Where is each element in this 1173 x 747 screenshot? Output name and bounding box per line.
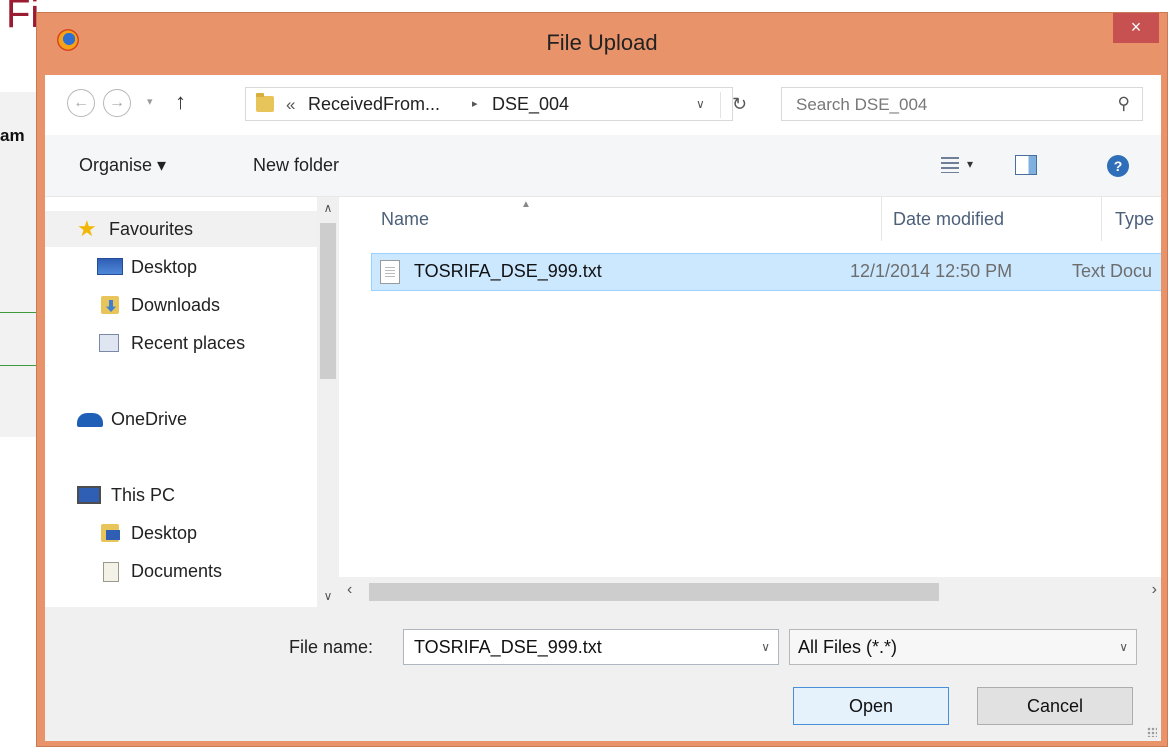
search-icon[interactable]: ⚲ (1118, 94, 1130, 114)
dialog-client-area: ← → ▾ ↑ « ReceivedFrom... ▸ DSE_004 ∨ ↻ … (45, 75, 1161, 741)
up-button[interactable]: ↑ (175, 89, 186, 115)
recent-places-icon (99, 334, 119, 352)
file-upload-dialog: File Upload × ← → ▾ ↑ « ReceivedFrom... … (36, 12, 1168, 747)
folder-icon (256, 93, 274, 112)
file-list: ▲ Name Date modified Type TOSRIFA_DSE_99… (345, 197, 1161, 577)
desktop-icon (97, 258, 123, 275)
window-title: File Upload (546, 30, 658, 55)
file-type-filter[interactable]: All Files (*.*) ∨ (789, 629, 1137, 665)
navigation-pane-scrollbar[interactable]: ∧ ∨ (317, 197, 339, 607)
sidebar-item-label: Downloads (131, 295, 221, 315)
resize-grip-icon[interactable] (1147, 727, 1157, 737)
file-type-cell: Text Docu (1072, 261, 1153, 281)
sidebar-item-label: Recent places (131, 333, 246, 353)
breadcrumb-separator-icon[interactable]: ▸ (472, 97, 478, 110)
file-name-dropdown-icon[interactable]: ∨ (761, 640, 770, 654)
background-green-line (0, 365, 40, 366)
sidebar-item-desktop[interactable]: Desktop (45, 249, 317, 285)
computer-icon (77, 486, 101, 504)
file-row[interactable]: TOSRIFA_DSE_999.txt 12/1/2014 12:50 PM T… (371, 253, 1161, 291)
sidebar-item-label: Desktop (131, 257, 198, 277)
search-box[interactable]: Search DSE_004 ⚲ (781, 87, 1143, 121)
cancel-button[interactable]: Cancel (977, 687, 1133, 725)
star-icon: ★ (77, 216, 97, 241)
forward-button[interactable]: → (103, 89, 131, 117)
file-type-dropdown-icon[interactable]: ∨ (1119, 640, 1128, 654)
text-file-icon (380, 260, 400, 284)
sidebar-item-label: Desktop (131, 523, 198, 543)
close-button[interactable]: × (1113, 13, 1159, 43)
address-dropdown-icon[interactable]: ∨ (696, 97, 705, 111)
open-button[interactable]: Open (793, 687, 949, 725)
search-input[interactable]: Search DSE_004 (796, 95, 927, 115)
view-options-icon[interactable] (941, 157, 959, 173)
column-divider[interactable] (1101, 197, 1102, 241)
new-folder-button[interactable]: New folder (253, 155, 339, 176)
navigation-pane: ★ Favourites Desktop Downloads Recent pl… (45, 197, 335, 607)
sidebar-item-onedrive[interactable]: OneDrive (45, 401, 317, 437)
breadcrumb-receivedfrom[interactable]: ReceivedFrom... (308, 94, 440, 115)
horizontal-scrollbar[interactable]: ‹ › (339, 577, 1161, 607)
dialog-footer: File name: TOSRIFA_DSE_999.txt ∨ All Fil… (45, 607, 1161, 741)
preview-pane-icon[interactable] (1015, 155, 1037, 175)
sidebar-item-label: Documents (131, 561, 223, 581)
file-type-filter-value: All Files (*.*) (798, 637, 898, 657)
file-date-cell: 12/1/2014 12:50 PM (850, 261, 1013, 281)
file-name-label: File name: (289, 637, 374, 657)
breadcrumb-dse-004[interactable]: DSE_004 (492, 94, 569, 115)
sidebar-item-favourites[interactable]: ★ Favourites (45, 211, 317, 247)
scroll-left-icon[interactable]: ‹ (347, 581, 352, 599)
background-text-fragment: am (0, 126, 25, 145)
sidebar-item-downloads[interactable]: Downloads (45, 287, 317, 323)
view-options-dropdown-icon[interactable]: ▾ (967, 157, 973, 171)
column-header-type[interactable]: Type (1115, 197, 1154, 241)
address-bar[interactable]: « ReceivedFrom... ▸ DSE_004 ∨ ↻ (245, 87, 747, 121)
navigation-row: ← → ▾ ↑ « ReceivedFrom... ▸ DSE_004 ∨ ↻ … (45, 75, 1161, 135)
column-divider[interactable] (881, 197, 882, 241)
sidebar-item-desktop-pc[interactable]: Desktop (45, 515, 317, 551)
documents-icon (103, 562, 119, 582)
address-overflow[interactable]: « (286, 95, 295, 115)
sidebar-item-documents[interactable]: Documents (45, 553, 317, 589)
recent-locations-dropdown-icon[interactable]: ▾ (147, 95, 153, 108)
sidebar-item-label: This PC (111, 485, 176, 505)
scroll-right-icon[interactable]: › (1152, 581, 1157, 599)
sort-ascending-icon: ▲ (521, 199, 531, 210)
scroll-up-icon[interactable]: ∧ (317, 197, 339, 219)
organise-button[interactable]: Organise ▾ (79, 155, 166, 176)
sidebar-item-this-pc[interactable]: This PC (45, 477, 317, 513)
address-divider (720, 92, 721, 118)
downloads-icon (101, 296, 119, 314)
scroll-down-icon[interactable]: ∨ (317, 585, 339, 607)
scrollbar-thumb[interactable] (369, 583, 939, 601)
sidebar-item-label: Favourites (109, 219, 194, 239)
refresh-icon[interactable]: ↻ (732, 94, 747, 115)
back-button[interactable]: ← (67, 89, 95, 117)
sidebar-item-recent-places[interactable]: Recent places (45, 325, 317, 361)
background-title-fragment: Fi (6, 0, 40, 36)
help-icon[interactable]: ? (1107, 155, 1129, 177)
column-header-name[interactable]: Name (381, 197, 429, 241)
title-bar[interactable]: File Upload × (37, 13, 1167, 75)
file-name-cell: TOSRIFA_DSE_999.txt (414, 261, 602, 281)
command-toolbar: Organise ▾ New folder ▾ ? (45, 135, 1161, 197)
file-name-input[interactable]: TOSRIFA_DSE_999.txt (414, 637, 602, 658)
scrollbar-thumb[interactable] (320, 223, 336, 379)
file-name-field[interactable]: TOSRIFA_DSE_999.txt ∨ (403, 629, 779, 665)
onedrive-icon (77, 413, 103, 427)
background-green-line (0, 312, 40, 313)
desktop-folder-icon (101, 524, 120, 542)
column-header-date-modified[interactable]: Date modified (893, 197, 1004, 241)
sidebar-item-label: OneDrive (111, 409, 188, 429)
